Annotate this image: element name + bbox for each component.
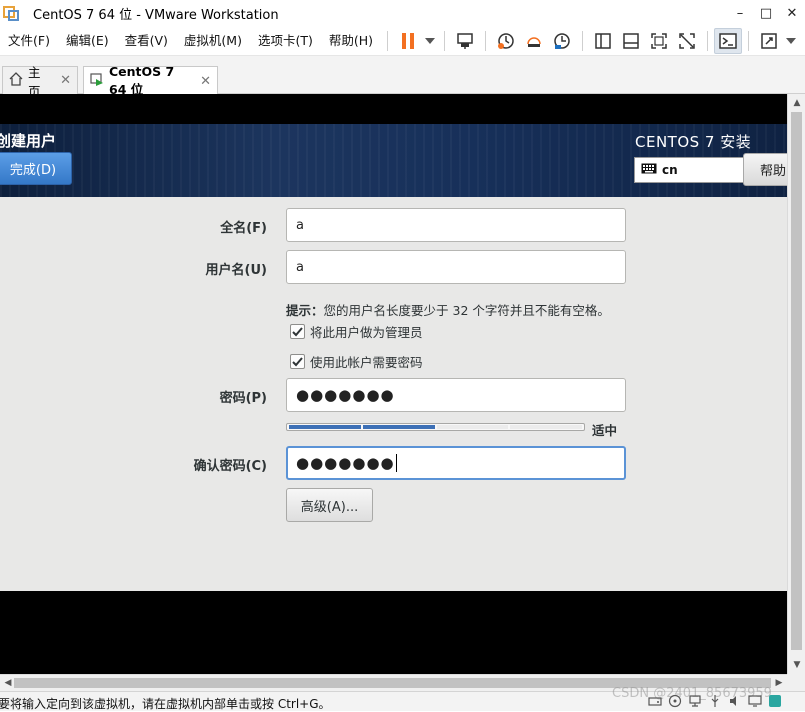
usb-icon[interactable] [708,694,722,708]
keyboard-layout-indicator[interactable]: cn [634,157,744,183]
display-icon[interactable] [748,694,762,708]
vm-tab-icon [90,72,104,90]
confirm-password-input[interactable]: ●●●●●●● [286,446,626,480]
network-icon[interactable] [688,694,702,708]
tab-home-close-icon[interactable]: ✕ [60,73,71,88]
close-button[interactable]: ✕ [779,0,805,26]
tab-centos-close-icon[interactable]: ✕ [200,74,211,89]
dropdown-icon[interactable] [422,28,438,54]
send-ctrl-alt-del-icon[interactable] [451,28,479,54]
done-button[interactable]: 完成(D) [0,152,72,185]
strength-segment [289,425,361,429]
restore-button[interactable]: □ [753,0,779,26]
revert-snapshot-icon[interactable] [520,28,548,54]
sound-icon[interactable] [728,694,742,708]
password-strength-label: 适中 [592,423,618,438]
text-caret [395,454,397,472]
admin-checkbox-row[interactable]: 将此用户做为管理员 [290,322,423,341]
menu-help[interactable]: 帮助(H) [321,26,381,56]
status-message: 要将输入定向到该虚拟机，请在虚拟机内部单击或按 Ctrl+G。 [0,697,331,711]
minimize-button[interactable]: – [727,0,753,26]
home-icon [9,72,23,89]
hint-prefix: 提示： [286,303,324,318]
message-log-icon[interactable] [768,694,782,708]
menu-edit[interactable]: 编辑(E) [58,26,117,56]
keyboard-icon [641,163,657,177]
title-bar: CentOS 7 64 位 - VMware Workstation – □ ✕ [0,0,805,26]
admin-checkbox-label: 将此用户做为管理员 [310,325,423,340]
menu-file[interactable]: 文件(F) [0,26,58,56]
toolbar-separator [582,30,584,51]
username-hint: 提示：您的用户名长度要少于 32 个字符并且不能有空格。 [286,300,610,319]
vmware-logo-icon [3,4,21,22]
require-password-checkbox-row[interactable]: 使用此帐户需要密码 [290,352,423,371]
scroll-right-icon[interactable]: ▶ [771,675,787,691]
toolbar-separator [387,30,389,51]
window-title: CentOS 7 64 位 - VMware Workstation [33,7,279,23]
require-password-checkbox[interactable] [290,354,305,369]
strength-segment [510,425,582,429]
tab-bar: 主页 ✕ CentOS 7 64 位 ✕ [0,56,805,99]
advanced-button[interactable]: 高级(A)... [286,488,373,522]
hard-disk-icon[interactable] [648,694,662,708]
product-title: CENTOS 7 安装 [635,133,752,151]
hint-text: 您的用户名长度要少于 32 个字符并且不能有空格。 [323,303,610,318]
menu-view[interactable]: 查看(V) [117,26,176,56]
fullscreen-icon[interactable] [645,28,673,54]
menu-toolbar: 文件(F) 编辑(E) 查看(V) 虚拟机(M) 选项卡(T) 帮助(H) [0,26,805,56]
stretch-icon[interactable] [755,28,783,54]
checkmark-icon [292,326,303,336]
toolbar-separator [748,30,750,51]
help-button[interactable]: 帮助 [743,153,787,186]
password-label: 密码(P) [219,391,267,406]
sidebar-icon[interactable] [589,28,617,54]
snapshot-manager-icon[interactable] [548,28,576,54]
stretch-dropdown-icon[interactable] [783,28,799,54]
keyboard-layout-value: cn [662,163,678,177]
tab-home[interactable]: 主页 ✕ [2,65,78,99]
confirm-password-value: ●●●●●●● [296,454,395,472]
unity-icon[interactable] [673,28,701,54]
admin-checkbox[interactable] [290,324,305,339]
strength-segment [436,425,509,429]
tab-centos[interactable]: CentOS 7 64 位 ✕ [83,64,218,97]
menu-vm[interactable]: 虚拟机(M) [176,26,250,56]
device-icons [648,694,782,708]
spoke-title: 创建用户 [0,132,57,150]
vertical-scroll-thumb[interactable] [791,112,802,650]
status-bar: 要将输入定向到该虚拟机，请在虚拟机内部单击或按 Ctrl+G。 CSDN @24… [0,686,805,711]
scroll-up-icon[interactable]: ▲ [788,95,805,111]
create-user-form: 全名(F) a 用户名(U) a 提示：您的用户名长度要少于 32 个字符并且不… [0,197,787,591]
toolbar-separator [444,30,446,51]
confirm-password-label: 确认密码(C) [193,459,267,474]
vm-display[interactable]: 创建用户 完成(D) CENTOS 7 安装 cn 帮助 全名(F) a 用户名… [0,94,787,674]
require-password-label: 使用此帐户需要密码 [310,355,423,370]
vertical-scrollbar[interactable]: ▲ ▼ [787,94,805,674]
terminal-icon[interactable] [714,27,743,54]
strength-segment [362,425,435,429]
checkmark-icon [292,356,303,366]
fullname-input[interactable]: a [286,208,626,242]
fullname-label: 全名(F) [220,221,267,236]
scrollbar-corner [787,674,805,691]
tab-centos-label: CentOS 7 64 位 [109,64,175,97]
password-strength-bar [286,423,585,431]
window-controls: – □ ✕ [727,0,805,26]
password-input[interactable]: ●●●●●●● [286,378,626,412]
toolbar-separator [707,30,709,51]
installer-header: 创建用户 完成(D) CENTOS 7 安装 cn 帮助 [0,124,787,197]
cd-rom-icon[interactable] [668,694,682,708]
menu-tabs[interactable]: 选项卡(T) [250,26,321,56]
console-view-icon[interactable] [617,28,645,54]
toolbar-separator [485,30,487,51]
pause-icon[interactable] [394,28,422,54]
username-label: 用户名(U) [205,263,267,278]
scroll-down-icon[interactable]: ▼ [788,657,805,673]
snapshot-icon[interactable] [492,28,520,54]
username-input[interactable]: a [286,250,626,284]
